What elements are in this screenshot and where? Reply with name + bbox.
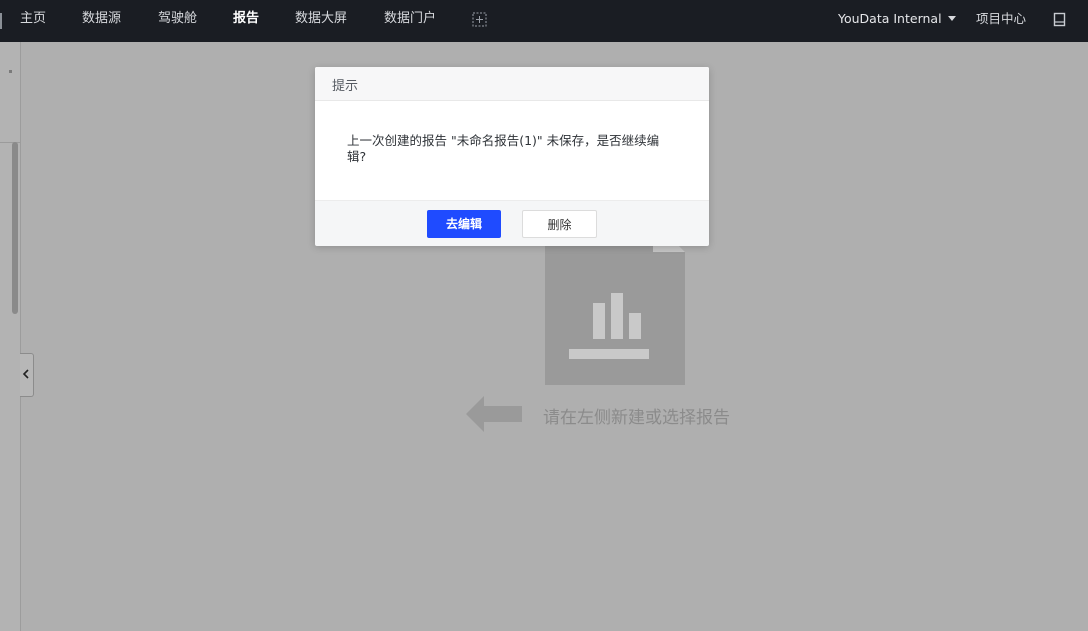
nav-item-datasource[interactable]: 数据源 xyxy=(82,0,121,42)
arrow-left-icon xyxy=(466,396,522,432)
go-edit-button[interactable]: 去编辑 xyxy=(427,210,501,238)
nav-item-report[interactable]: 报告 xyxy=(233,0,259,42)
nav-item-data-screen[interactable]: 数据大屏 xyxy=(295,0,347,42)
delete-button[interactable]: 删除 xyxy=(522,210,597,238)
dialog-title: 提示 xyxy=(332,79,359,94)
fullscreen-icon[interactable] xyxy=(472,12,487,27)
nav-edge-divider xyxy=(0,13,2,29)
nav-item-data-portal[interactable]: 数据门户 xyxy=(384,0,436,42)
report-sidebar xyxy=(0,42,21,631)
nav-item-home[interactable]: 主页 xyxy=(20,0,46,42)
dialog-message-line-1: 上一次创建的报告 "未命名报告(1)" 未保存，是否继续编 xyxy=(347,133,660,148)
bookmark-icon[interactable] xyxy=(1053,12,1066,27)
unsaved-report-dialog: 提示 上一次创建的报告 "未命名报告(1)" 未保存，是否继续编 辑? 去编辑 … xyxy=(315,67,709,246)
sidebar-marker xyxy=(9,70,12,73)
chevron-down-icon xyxy=(947,16,956,21)
dialog-message-line-2: 辑? xyxy=(347,149,367,164)
dialog-footer: 去编辑 删除 xyxy=(315,200,709,246)
organization-selector[interactable]: YouData Internal xyxy=(838,0,956,38)
sidebar-scrollbar[interactable] xyxy=(12,142,18,314)
sidebar-toggle-button[interactable] xyxy=(20,353,34,397)
chevron-left-icon xyxy=(22,369,29,379)
organization-name: YouData Internal xyxy=(838,11,942,26)
dialog-header: 提示 xyxy=(315,67,709,101)
dialog-message: 上一次创建的报告 "未命名报告(1)" 未保存，是否继续编 辑? xyxy=(347,133,677,165)
project-center-link[interactable]: 项目中心 xyxy=(976,0,1026,38)
empty-state-message: 请在左侧新建或选择报告 xyxy=(543,408,730,428)
nav-item-cockpit[interactable]: 驾驶舱 xyxy=(158,0,197,42)
top-navigation-bar: 主页 数据源 驾驶舱 报告 数据大屏 数据门户 YouData Internal… xyxy=(0,0,1088,42)
